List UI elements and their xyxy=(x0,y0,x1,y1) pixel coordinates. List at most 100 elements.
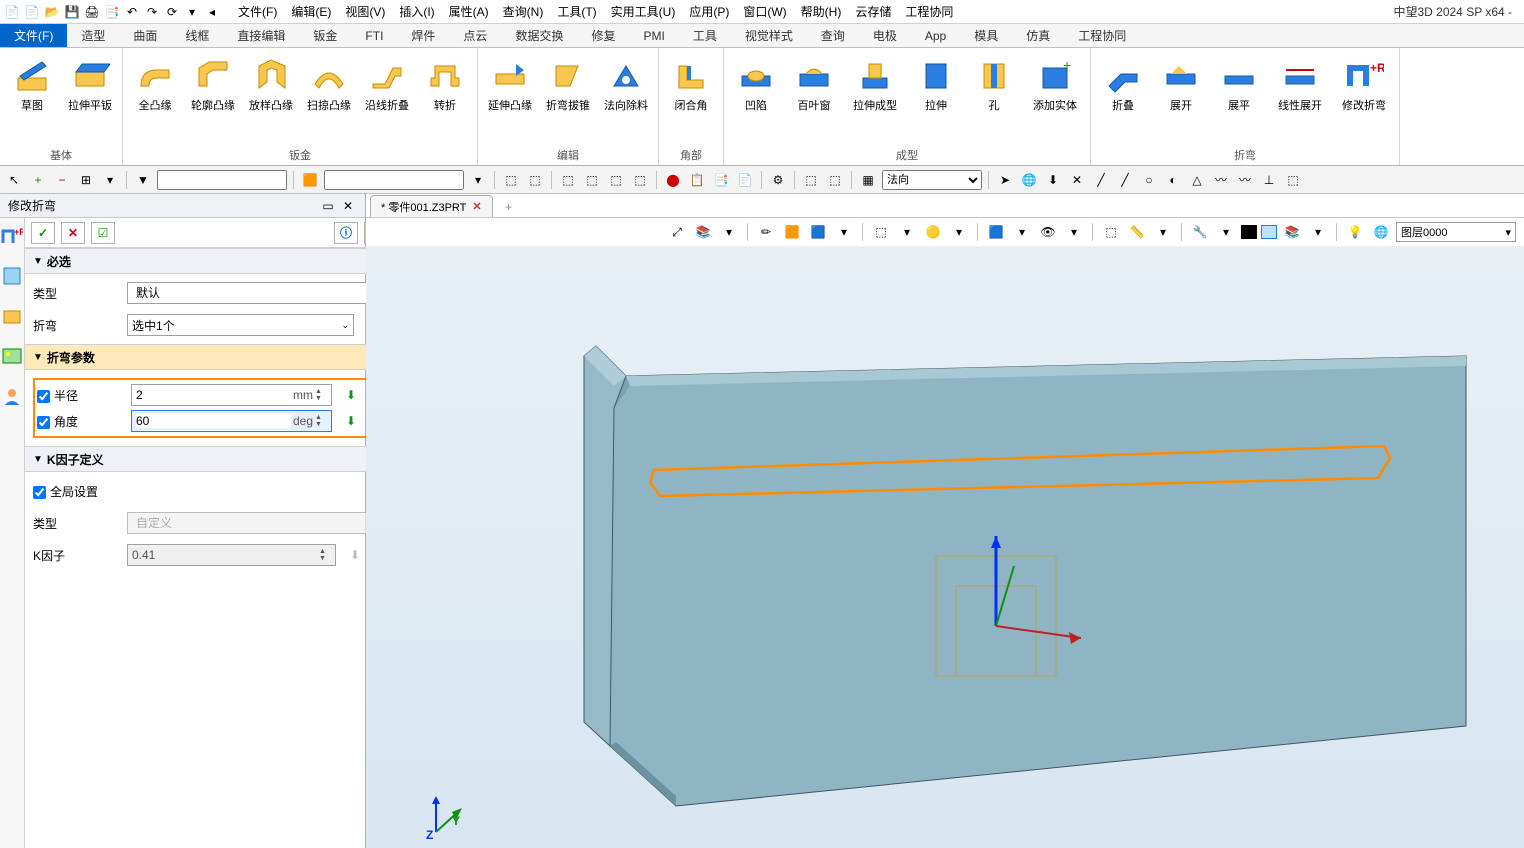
redo-icon[interactable]: ↷ xyxy=(144,4,160,20)
tab-pmi[interactable]: PMI xyxy=(629,24,678,47)
cmd-modify-bend[interactable]: +R修改折弯 xyxy=(1335,52,1393,145)
close-icon[interactable]: ✕ xyxy=(472,200,481,213)
section-header[interactable]: ▼K因子定义 xyxy=(25,446,394,472)
tool-icon[interactable]: 📄 xyxy=(735,170,755,190)
tab-wire[interactable]: 线框 xyxy=(171,24,223,47)
direction-select[interactable]: 法向 xyxy=(882,170,982,190)
doc-tab[interactable]: * 零件001.Z3PRT ✕ xyxy=(370,195,493,217)
bend-select[interactable]: 选中1个⌄ xyxy=(127,314,354,336)
menu-file[interactable]: 文件(F) xyxy=(232,1,283,22)
tab-app[interactable]: App xyxy=(911,24,960,47)
tab-pointcloud[interactable]: 点云 xyxy=(449,24,501,47)
cmd-dimple[interactable]: 凹陷 xyxy=(730,52,782,145)
cmd-sweep-flange[interactable]: 扫掠凸缘 xyxy=(303,52,355,145)
view-icon[interactable]: 🟦 xyxy=(985,221,1007,243)
tree-icon[interactable] xyxy=(0,264,24,288)
menu-query[interactable]: 查询(N) xyxy=(497,1,550,22)
cube-icon[interactable]: 🟧 xyxy=(300,170,320,190)
cmd-extrude-form[interactable]: 拉伸成型 xyxy=(846,52,904,145)
measure-icon[interactable]: 📏 xyxy=(1126,221,1148,243)
cmd-bend-taper[interactable]: 折弯拔锥 xyxy=(542,52,594,145)
cancel-button[interactable]: ✕ xyxy=(61,222,85,244)
new-alt-icon[interactable]: 📄 xyxy=(24,4,40,20)
cmd-fold[interactable]: 折叠 xyxy=(1097,52,1149,145)
snap-icon[interactable]: ⬚ xyxy=(1283,170,1303,190)
dropdown-icon[interactable]: ▾ xyxy=(1215,221,1237,243)
cmd-linear-unfold[interactable]: 线性展开 xyxy=(1271,52,1329,145)
tab-surface[interactable]: 曲面 xyxy=(119,24,171,47)
shaded-icon[interactable]: 🟡 xyxy=(922,221,944,243)
tab-model[interactable]: 造型 xyxy=(67,24,119,47)
dropdown-icon[interactable]: ▾ xyxy=(468,170,488,190)
tab-direct[interactable]: 直接编辑 xyxy=(223,24,299,47)
dropdown-icon[interactable]: ▾ xyxy=(896,221,918,243)
menu-attr[interactable]: 属性(A) xyxy=(443,1,495,22)
cmd-normal-cut[interactable]: 法向除料 xyxy=(600,52,652,145)
type-select[interactable]: 默认 xyxy=(127,282,386,304)
cmd-louver[interactable]: 百叶窗 xyxy=(788,52,840,145)
cmd-extrude-flat[interactable]: 拉伸平钣 xyxy=(64,52,116,145)
layers-icon[interactable]: 📚 xyxy=(1281,221,1303,243)
tool-icon[interactable]: ⬚ xyxy=(630,170,650,190)
view-icon[interactable]: 👁 xyxy=(1037,221,1059,243)
tab-sheetmetal[interactable]: 钣金 xyxy=(299,24,351,47)
add-tab-button[interactable]: + xyxy=(499,197,519,217)
tool-icon[interactable]: 📋 xyxy=(687,170,707,190)
tool-icon[interactable]: ⬚ xyxy=(558,170,578,190)
tool-icon[interactable]: ⬚ xyxy=(825,170,845,190)
undo-icon[interactable]: ↶ xyxy=(124,4,140,20)
menu-view[interactable]: 视图(V) xyxy=(339,1,391,22)
snap-icon[interactable]: ○ xyxy=(1139,170,1159,190)
menu-utils[interactable]: 实用工具(U) xyxy=(605,1,682,22)
globe-icon[interactable]: 🌐 xyxy=(1370,221,1392,243)
menu-insert[interactable]: 插入(I) xyxy=(393,1,440,22)
cmd-add-solid[interactable]: +添加实体 xyxy=(1026,52,1084,145)
filter-input[interactable] xyxy=(157,170,287,190)
menu-edit[interactable]: 编辑(E) xyxy=(285,1,337,22)
snap-icon[interactable]: 〰 xyxy=(1235,170,1255,190)
dropdown-icon[interactable]: ▾ xyxy=(833,221,855,243)
global-checkbox[interactable] xyxy=(33,486,46,499)
tab-repair[interactable]: 修复 xyxy=(577,24,629,47)
close-icon[interactable]: ✕ xyxy=(339,198,357,214)
print-icon[interactable]: 🖨 xyxy=(84,4,100,20)
refresh-icon[interactable]: ⟳ xyxy=(164,4,180,20)
open-icon[interactable]: 📂 xyxy=(44,4,60,20)
cursor-icon[interactable]: ↖ xyxy=(4,170,24,190)
dropdown-icon[interactable]: ▾ xyxy=(1063,221,1085,243)
snap-icon[interactable]: 〰 xyxy=(1211,170,1231,190)
dropdown-icon[interactable]: ▾ xyxy=(100,170,120,190)
box-icon[interactable]: 🟧 xyxy=(781,221,803,243)
tool-icon[interactable]: ⬚ xyxy=(801,170,821,190)
pencil-icon[interactable]: ✏ xyxy=(755,221,777,243)
info-button[interactable]: ⓘ xyxy=(334,222,358,244)
arrow-icon[interactable]: ➤ xyxy=(995,170,1015,190)
tab-sim[interactable]: 仿真 xyxy=(1012,24,1064,47)
color-icon[interactable] xyxy=(1261,225,1277,239)
wireframe-icon[interactable]: ⬚ xyxy=(870,221,892,243)
selection-input[interactable] xyxy=(324,170,464,190)
snap-icon[interactable]: ╱ xyxy=(1115,170,1135,190)
apply-button[interactable]: ☑ xyxy=(91,222,115,244)
radius-input[interactable]: mm▲▼ xyxy=(131,384,332,406)
menu-window[interactable]: 窗口(W) xyxy=(737,1,792,22)
minimize-icon[interactable]: ▭ xyxy=(319,198,337,214)
cmd-unfold[interactable]: 展开 xyxy=(1155,52,1207,145)
section-header[interactable]: ▼必选 xyxy=(25,248,394,274)
grid-icon[interactable]: ⊞ xyxy=(76,170,96,190)
minus-icon[interactable]: − xyxy=(52,170,72,190)
menu-help[interactable]: 帮助(H) xyxy=(795,1,848,22)
view-icon[interactable]: ⬚ xyxy=(1100,221,1122,243)
cmd-flatten[interactable]: 展平 xyxy=(1213,52,1265,145)
tab-exchange[interactable]: 数据交换 xyxy=(501,24,577,47)
view-icon[interactable]: ⤢ xyxy=(666,221,688,243)
tab-query[interactable]: 查询 xyxy=(807,24,859,47)
tool-icon[interactable]: ⬚ xyxy=(582,170,602,190)
save-icon[interactable]: 💾 xyxy=(64,4,80,20)
tab-fti[interactable]: FTI xyxy=(351,24,397,47)
bulb-icon[interactable]: 💡 xyxy=(1344,221,1366,243)
section-header[interactable]: ▼折弯参数 xyxy=(25,344,394,370)
view-icon[interactable]: 📚 xyxy=(692,221,714,243)
color-icon[interactable] xyxy=(1241,225,1257,239)
plus-icon[interactable]: + xyxy=(28,170,48,190)
